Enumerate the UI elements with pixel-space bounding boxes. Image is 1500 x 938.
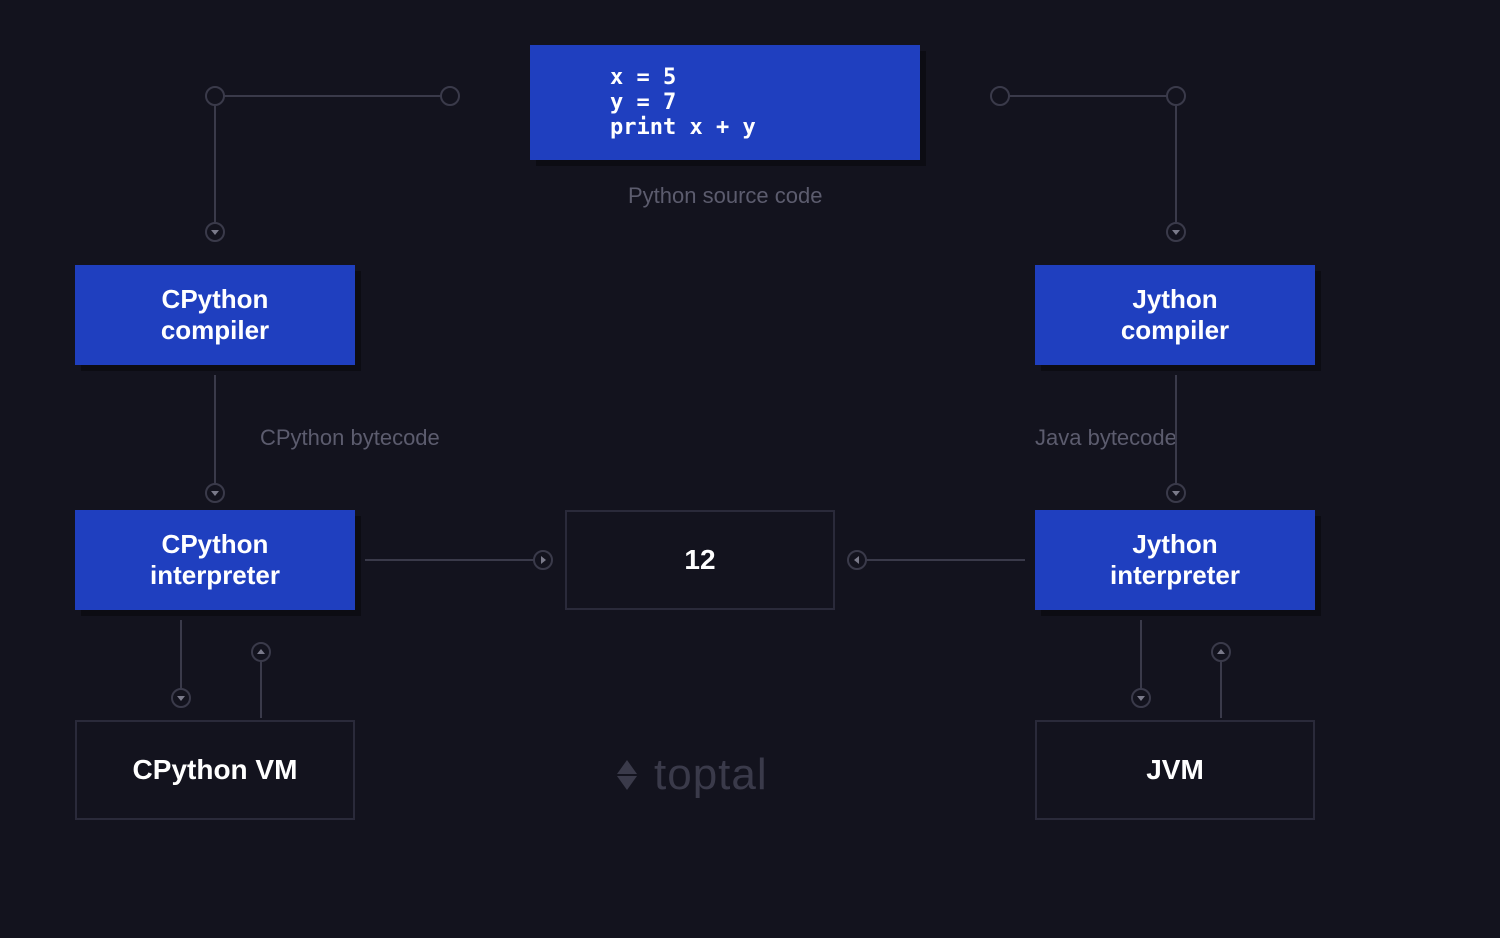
connector-line bbox=[1008, 95, 1168, 97]
cpython-vm-label: CPython VM bbox=[133, 754, 298, 786]
jython-interpreter-label: Jython interpreter bbox=[1075, 529, 1275, 591]
arrow-down-icon bbox=[1131, 688, 1151, 708]
cpython-vm-node: CPython VM bbox=[75, 720, 355, 820]
java-bytecode-label: Java bytecode bbox=[1035, 425, 1177, 451]
connector-line bbox=[1220, 660, 1222, 718]
output-value: 12 bbox=[684, 544, 715, 576]
connector-line bbox=[1175, 375, 1177, 485]
cpython-bytecode-label: CPython bytecode bbox=[260, 425, 440, 451]
connector-line bbox=[1175, 106, 1177, 224]
source-line-1: x = 5 bbox=[610, 65, 756, 90]
arrow-down-icon bbox=[1166, 483, 1186, 503]
output-node: 12 bbox=[565, 510, 835, 610]
cpython-compiler-node: CPython compiler bbox=[75, 265, 355, 365]
source-label: Python source code bbox=[628, 183, 822, 209]
jvm-node: JVM bbox=[1035, 720, 1315, 820]
jvm-label: JVM bbox=[1146, 754, 1204, 786]
arrow-down-icon bbox=[205, 222, 225, 242]
connector-line bbox=[1140, 620, 1142, 690]
arrow-up-icon bbox=[251, 642, 271, 662]
arrow-down-icon bbox=[205, 483, 225, 503]
toptal-icon bbox=[610, 758, 644, 792]
jython-compiler-node: Jython compiler bbox=[1035, 265, 1315, 365]
arrow-down-icon bbox=[171, 688, 191, 708]
brand-text: toptal bbox=[654, 750, 768, 800]
source-code-box: x = 5 y = 7 print x + y bbox=[530, 45, 920, 160]
cpython-compiler-label: CPython compiler bbox=[125, 284, 305, 346]
arrow-left-icon bbox=[847, 550, 867, 570]
connector-cap bbox=[1166, 86, 1186, 106]
jython-interpreter-node: Jython interpreter bbox=[1035, 510, 1315, 610]
connector-line bbox=[865, 559, 1025, 561]
connector-line bbox=[214, 106, 216, 224]
arrow-up-icon bbox=[1211, 642, 1231, 662]
arrow-right-icon bbox=[533, 550, 553, 570]
source-line-2: y = 7 bbox=[610, 90, 756, 115]
arrow-down-icon bbox=[1166, 222, 1186, 242]
connector-cap bbox=[440, 86, 460, 106]
source-line-3: print x + y bbox=[610, 115, 756, 140]
jython-compiler-label: Jython compiler bbox=[1085, 284, 1265, 346]
connector-line bbox=[260, 660, 262, 718]
cpython-interpreter-label: CPython interpreter bbox=[115, 529, 315, 591]
connector-cap bbox=[990, 86, 1010, 106]
brand-logo: toptal bbox=[610, 750, 768, 800]
connector-line bbox=[180, 620, 182, 690]
connector-cap bbox=[205, 86, 225, 106]
cpython-interpreter-node: CPython interpreter bbox=[75, 510, 355, 610]
connector-line bbox=[365, 559, 535, 561]
connector-line bbox=[214, 375, 216, 485]
connector-line bbox=[224, 95, 442, 97]
